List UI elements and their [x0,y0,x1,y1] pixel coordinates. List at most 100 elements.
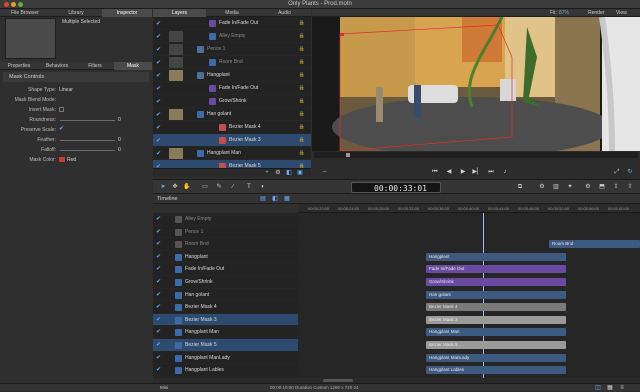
timeline-audio-icon[interactable]: ◧ [271,195,279,203]
track-row[interactable]: ✔ Bezier Mask 4 [153,301,298,314]
timeline-clip[interactable]: Hangplant ManLady [426,353,566,362]
track-visibility-checkbox[interactable]: ✔ [156,253,161,260]
track-row[interactable]: ✔ Hangplant [153,251,298,264]
gear-icon[interactable]: ⚙ [274,169,282,177]
track-row[interactable]: ✔ Pence 1 [153,226,298,239]
export-icon[interactable]: ⇧ [625,183,635,191]
rubber-band-icon[interactable]: ⧉ [515,183,525,191]
track-visibility-checkbox[interactable]: ✔ [156,341,161,348]
paint-tool-icon[interactable]: ∕ [229,183,237,191]
layer-row[interactable]: ✔ Grow/Shrink 🔒 [153,95,311,108]
layer-row[interactable]: ✔ Bezier Mask 3 🔒 [153,134,311,147]
track-visibility-checkbox[interactable]: ✔ [156,265,161,272]
track-row[interactable]: ✔ Bezier Mask 5 [153,339,298,352]
track-visibility-checkbox[interactable]: ✔ [156,303,161,310]
track-row[interactable]: ✔ Hangplant Man [153,326,298,339]
track-row[interactable]: ✔ Fade In/Fade Out [153,263,298,276]
track-row[interactable]: ✔ Hangplant Lables [153,364,298,377]
track-area[interactable]: Room Bnd Hangplant Fade In/Fade Out Grow/Sh… [298,213,640,378]
play-icon[interactable]: ▶ [458,168,468,176]
lock-icon[interactable]: 🔒 [299,124,305,130]
loop-icon[interactable]: ↻ [624,168,636,176]
layer-row[interactable]: ✔ Hangplant 🔒 [153,69,311,82]
track-visibility-checkbox[interactable]: ✔ [156,328,161,335]
layer-visibility-checkbox[interactable]: ✔ [156,124,161,131]
layer-visibility-checkbox[interactable]: ✔ [156,72,161,79]
tab-properties[interactable]: Properties [0,62,38,70]
layer-visibility-checkbox[interactable]: ✔ [156,33,161,40]
track-visibility-checkbox[interactable]: ✔ [156,215,161,222]
lock-icon[interactable]: 🔒 [299,98,305,104]
step-forward-icon[interactable]: ▶▏ [472,168,482,176]
transform-tool-icon[interactable]: ✥ [171,183,179,191]
layer-row[interactable]: ✔ Hangplant Man 🔒 [153,147,311,160]
tab-media[interactable]: Media [206,9,258,17]
timeline-clip[interactable]: Bezier Mask 5 [426,341,566,349]
tab-audio[interactable]: Audio [258,9,311,17]
layer-visibility-checkbox[interactable]: ✔ [156,150,161,157]
behaviors-icon[interactable]: ⚙ [537,183,547,191]
track-visibility-checkbox[interactable]: ✔ [156,240,161,247]
timeline-clip[interactable]: Grow/Shrink [426,278,566,286]
layer-visibility-checkbox[interactable]: ✔ [156,20,161,27]
audio-icon[interactable]: ♪ [500,168,510,176]
track-row[interactable]: ✔ Alley Empty [153,213,298,226]
timeline-view-icon[interactable]: ▤ [259,195,267,203]
canvas-area[interactable] [312,17,640,151]
share-icon[interactable]: ⬒ [597,183,607,191]
track-visibility-checkbox[interactable]: ✔ [156,316,161,323]
preserve-scale-checkbox[interactable]: ✔ [59,125,64,132]
mini-label[interactable]: Mini [160,385,168,390]
lock-icon[interactable]: 🔒 [299,111,305,117]
view-menu[interactable]: View [616,10,627,16]
bezier-tool-icon[interactable]: ✎ [215,183,223,191]
go-to-start-icon[interactable]: ⏮ [430,168,440,176]
track-visibility-checkbox[interactable]: ✔ [156,228,161,235]
track-row[interactable]: ✔ Bezier Mask 3 [153,313,298,327]
layer-visibility-checkbox[interactable]: ✔ [156,85,161,92]
text-tool-icon[interactable]: T [245,183,253,191]
layer-visibility-checkbox[interactable]: ✔ [156,98,161,105]
trash-icon[interactable]: ▣ [296,169,304,177]
shape-type-value[interactable]: Linear [59,87,73,93]
lock-icon[interactable]: 🔒 [299,46,305,52]
timeline-clip[interactable]: Bezier Mask 3 [426,315,566,324]
falloff-slider[interactable] [60,150,115,151]
timeline-clip[interactable]: Han golant [426,290,566,299]
layer-row[interactable]: ✔ Alley Empty 🔒 [153,30,311,43]
rectangle-tool-icon[interactable]: ▭ [201,183,209,191]
send-icon[interactable]: ⇪ [611,183,621,191]
layer-visibility-checkbox[interactable]: ✔ [156,111,161,118]
lock-icon[interactable]: 🔒 [299,59,305,65]
tab-inspector[interactable]: Inspector [102,9,152,17]
layer-visibility-checkbox[interactable]: ✔ [156,59,161,66]
mask-color-value[interactable]: Red [67,157,76,163]
lock-icon[interactable]: 🔒 [299,20,305,26]
step-back-icon[interactable]: ◀ [444,168,454,176]
go-to-end-icon[interactable]: ⏭ [486,168,496,176]
layer-row[interactable]: ✔ Fade In/Fade Out 🔒 [153,82,311,95]
feather-value[interactable]: 0 [118,137,121,143]
mini-timeline[interactable] [314,152,638,158]
timeline-clip[interactable]: Fade In/Fade Out [426,265,566,274]
invert-mask-checkbox[interactable] [59,107,64,112]
tab-mask[interactable]: Mask [114,62,152,70]
track-visibility-checkbox[interactable]: ✔ [156,291,161,298]
feather-slider[interactable] [60,140,115,141]
track-visibility-checkbox[interactable]: ✔ [156,354,161,361]
tab-file-browser[interactable]: File Browser [0,9,50,17]
layer-row[interactable]: ✔ Pence 1 🔒 [153,43,311,56]
layer-row[interactable]: ✔ Fade In/Fade Out 🔒 [153,17,311,30]
lock-icon[interactable]: 🔒 [299,137,305,143]
layer-row[interactable]: ✔ Han golant 🔒 [153,108,311,121]
track-row[interactable]: ✔ Han golant [153,289,298,302]
generators-icon[interactable]: ✦ [565,183,575,191]
select-tool-icon[interactable]: ➤ [159,183,167,191]
mask-controls-header[interactable]: Mask Controls [3,72,149,82]
timeline-keyframe-icon[interactable]: ▦ [283,195,291,203]
play-range-icon[interactable]: ⇔ [320,168,330,176]
mask-icon[interactable]: ◧ [285,169,293,177]
tab-layers[interactable]: Layers [153,9,206,17]
fit-value[interactable]: 87% [559,10,569,16]
lock-icon[interactable]: 🔒 [299,33,305,39]
